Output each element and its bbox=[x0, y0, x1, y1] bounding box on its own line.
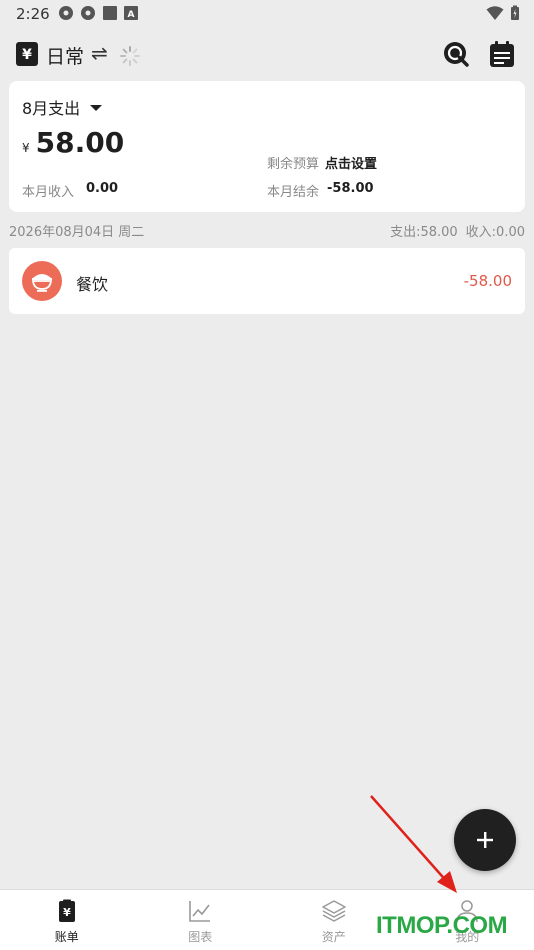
system-icons bbox=[486, 5, 520, 21]
annotation-arrow-icon bbox=[370, 795, 457, 893]
nav-label-bill: 账单 bbox=[54, 930, 79, 944]
battery-icon bbox=[511, 5, 519, 20]
plus-icon bbox=[477, 832, 493, 848]
balance-value: -58.00 bbox=[327, 181, 374, 196]
search-icon[interactable] bbox=[442, 40, 470, 68]
month-label: 8月支出 bbox=[22, 99, 81, 118]
svg-text:¥: ¥ bbox=[22, 47, 32, 63]
budget-row[interactable]: 剩余预算 点击设置 bbox=[267, 153, 377, 172]
a-box-icon: A bbox=[124, 6, 138, 20]
loading-spinner-icon bbox=[120, 46, 140, 66]
nav-item-bill[interactable]: ¥ 账单 bbox=[0, 890, 134, 950]
bill-icon: ¥ bbox=[58, 899, 75, 922]
aperture-icon bbox=[59, 6, 73, 20]
status-bar: 2:26 A bbox=[0, 0, 534, 28]
watermark-logo: ITMOP.COM bbox=[376, 912, 508, 939]
balance-label: 本月结余 bbox=[267, 185, 320, 200]
income-value: 0.00 bbox=[86, 181, 119, 196]
day-totals: 支出:58.00 收入:0.00 bbox=[390, 221, 525, 240]
expense-amount-row: ¥ 58.00 bbox=[22, 126, 124, 159]
svg-text:A: A bbox=[128, 10, 135, 20]
nav-label-chart: 图表 bbox=[188, 930, 213, 944]
notification-icons: A bbox=[58, 5, 138, 21]
day-date: 2026年08月04日 周二 bbox=[9, 225, 145, 240]
nav-item-chart[interactable]: 图表 bbox=[134, 890, 268, 950]
wifi-icon bbox=[486, 6, 504, 20]
aperture-icon bbox=[81, 6, 95, 20]
svg-text:¥: ¥ bbox=[63, 906, 71, 919]
balance-row: 本月结余 -58.00 bbox=[267, 181, 374, 200]
expense-amount: 58.00 bbox=[35, 126, 125, 159]
monthly-summary-card: 8月支出 ¥ 58.00 剩余预算 点击设置 本月收入 0.00 本月结余 -5… bbox=[9, 81, 525, 212]
record-amount: -58.00 bbox=[463, 272, 512, 290]
income-label: 本月收入 bbox=[22, 185, 75, 200]
record-list-item[interactable]: 餐饮 -58.00 bbox=[9, 248, 525, 314]
status-time: 2:26 bbox=[16, 5, 50, 23]
budget-label: 剩余预算 bbox=[267, 157, 320, 172]
switch-book-icon[interactable]: ⇌ bbox=[91, 41, 108, 65]
day-expense-total: 支出:58.00 bbox=[390, 225, 458, 240]
day-income-total: 收入:0.00 bbox=[465, 225, 525, 240]
income-row: 本月收入 0.00 bbox=[22, 181, 118, 200]
square-icon bbox=[103, 6, 117, 20]
chart-icon bbox=[189, 901, 211, 922]
book-title[interactable]: 日常 bbox=[46, 42, 84, 69]
currency-symbol: ¥ bbox=[22, 141, 30, 155]
account-book-icon[interactable]: ¥ bbox=[14, 42, 38, 66]
budget-value[interactable]: 点击设置 bbox=[325, 153, 377, 172]
layers-icon bbox=[322, 900, 346, 922]
caret-down-icon bbox=[90, 105, 103, 111]
bowl-icon bbox=[22, 261, 62, 301]
top-bar: ¥ 日常 ⇌ bbox=[0, 36, 534, 76]
month-selector[interactable]: 8月支出 bbox=[22, 95, 103, 119]
add-record-button[interactable] bbox=[454, 809, 516, 871]
category-name: 餐饮 bbox=[76, 275, 109, 294]
calendar-icon[interactable] bbox=[489, 40, 515, 68]
